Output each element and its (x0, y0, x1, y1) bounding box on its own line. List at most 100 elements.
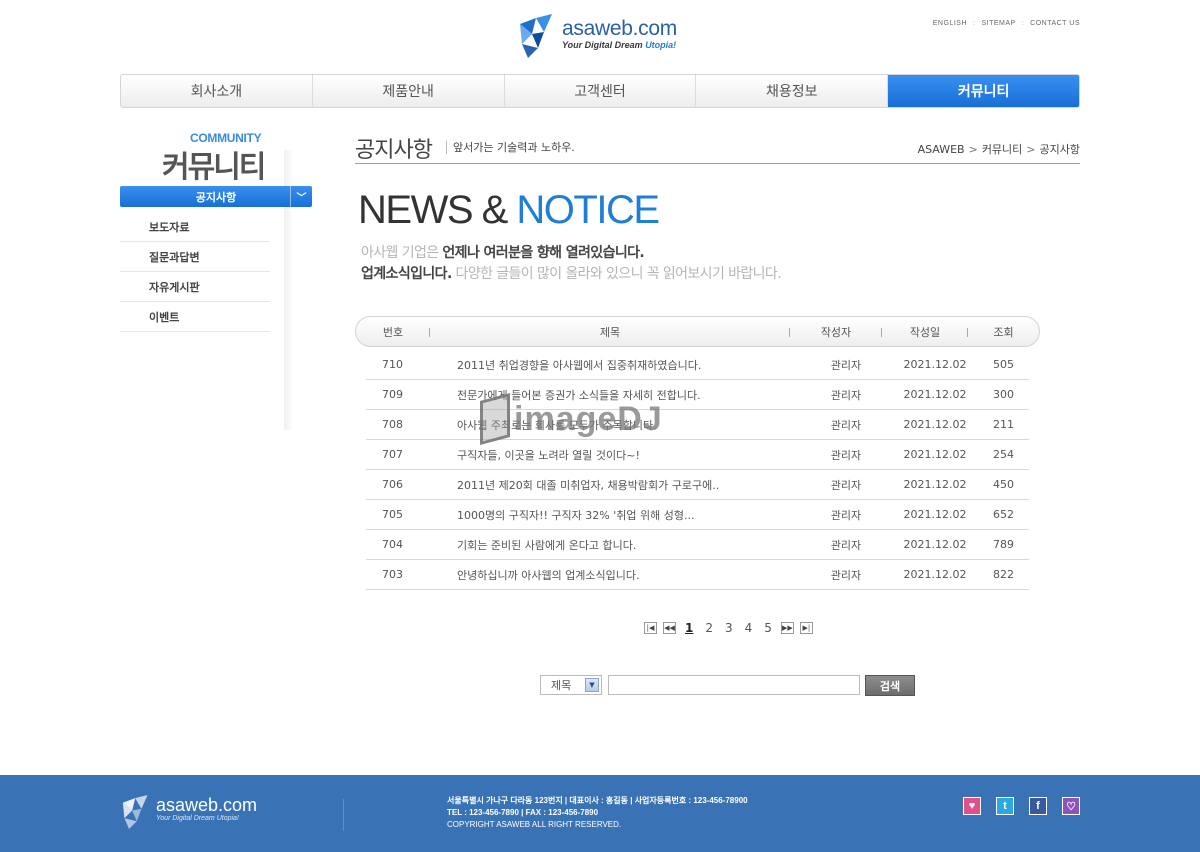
hero-line-2: 업계소식입니다. 다양한 글들이 많이 올라와 있으니 꼭 읽어보시기 바랍니다… (361, 266, 782, 282)
row-date: 2021.12.02 (903, 418, 967, 431)
row-title-link[interactable]: 2011년 제20회 대졸 미취업자, 채용박람회가 구로구에.. (419, 477, 800, 493)
watermark-text: imageDJ (514, 399, 663, 438)
divider (355, 163, 1080, 164)
page-2[interactable]: 2 (702, 621, 716, 635)
row-title-link[interactable]: 구직자들, 이곳을 노려라 열릴 것이다~! (419, 447, 800, 463)
col-header-title: 제목 (430, 317, 790, 346)
nav-products[interactable]: 제품안내 (313, 75, 505, 107)
row-views: 450 (993, 478, 1014, 491)
row-title-link[interactable]: 안녕하십니까 아사웹의 업계소식입니다. (419, 567, 800, 583)
lnb-active-label: 공지사항 (195, 190, 237, 204)
main-nav: 회사소개 제품안내 고객센터 채용정보 커뮤니티 (120, 74, 1080, 108)
facebook-icon[interactable]: f (1029, 797, 1047, 815)
nav-community[interactable]: 커뮤니티 (888, 75, 1079, 107)
logo-tld: .com (632, 17, 678, 40)
chevron-right-icon: > (1026, 142, 1036, 156)
lnb-list: 보도자료 질문과답변 자유게시판 이벤트 (120, 212, 270, 332)
search-button[interactable]: 검색 (865, 675, 915, 696)
hero-title: NEWS & NOTICE (358, 188, 660, 233)
footer-logo-slogan: Your Digital Dream Utopia! (156, 815, 239, 822)
page-next-button[interactable]: ▶▶ (780, 622, 794, 634)
row-views: 300 (993, 388, 1014, 401)
row-num: 706 (382, 478, 403, 491)
breadcrumb: ASAWEB > 커뮤니티 > 공지사항 (918, 141, 1080, 157)
search-field-select[interactable]: 제목 ▼ (540, 675, 602, 695)
lnb-item-press[interactable]: 보도자료 (120, 212, 270, 242)
row-title-link[interactable]: 1000명의 구직자!! 구직자 32% '취업 위해 성형... (419, 507, 800, 523)
table-row: 706 2011년 제20회 대졸 미취업자, 채용박람회가 구로구에.. 관리… (366, 470, 1029, 500)
row-views: 789 (993, 538, 1014, 551)
lnb-title: 커뮤니티 (162, 150, 266, 185)
row-num: 705 (382, 508, 403, 521)
row-num: 709 (382, 388, 403, 401)
lnb-item-event[interactable]: 이벤트 (120, 302, 270, 332)
search-select-value: 제목 (551, 679, 572, 692)
nav-company[interactable]: 회사소개 (121, 75, 313, 107)
nav-recruit[interactable]: 채용정보 (696, 75, 889, 107)
hero-line-1: 아사웹 기업은 언제나 여러분을 향해 열려있습니다. (361, 245, 645, 261)
lnb-active-item[interactable]: 공지사항 ﹀ (120, 186, 312, 207)
site-logo[interactable]: asaweb.com Your Digital Dream Utopia! (518, 14, 698, 60)
page-1[interactable]: 1 (682, 621, 696, 635)
row-num: 707 (382, 448, 403, 461)
row-views: 652 (993, 508, 1014, 521)
lnb-item-free-board[interactable]: 자유게시판 (120, 272, 270, 302)
footer-address: 서울특별시 가나구 다라동 123번지 | 대표이사 : 홍길동 | 사업자등록… (447, 796, 748, 805)
footer-copyright: COPYRIGHT ASAWEB ALL RIGHT RESERVED. (447, 820, 622, 829)
watermark-box-icon (480, 392, 510, 446)
row-views: 254 (993, 448, 1014, 461)
logo-slogan-a: Your Digital Dream (562, 40, 646, 50)
row-writer: 관리자 (830, 358, 862, 372)
row-title-link[interactable]: 2011년 취업경향을 아사웹에서 집중취재하였습니다. (419, 357, 800, 373)
row-num: 708 (382, 418, 403, 431)
footer-divider (343, 799, 344, 831)
page-desc: 앞서가는 기술력과 노하우. (446, 141, 575, 154)
lnb-item-qna[interactable]: 질문과답변 (120, 242, 270, 272)
twitter-icon[interactable]: t (996, 797, 1014, 815)
board-header: 번호 제목 작성자 작성일 조회 (355, 316, 1040, 347)
hero-title-b: NOTICE (516, 188, 660, 232)
row-date: 2021.12.02 (903, 508, 967, 521)
top-link-sitemap[interactable]: SITEMAP (981, 20, 1015, 27)
page-5[interactable]: 5 (761, 621, 775, 635)
page-last-button[interactable]: ▶| (799, 622, 813, 634)
footer-info: 서울특별시 가나구 다라동 123번지 | 대표이사 : 홍길동 | 사업자등록… (447, 795, 748, 831)
row-num: 704 (382, 538, 403, 551)
top-link-contact[interactable]: CONTACT US (1030, 20, 1080, 27)
table-row: 710 2011년 취업경향을 아사웹에서 집중취재하였습니다. 관리자 202… (366, 350, 1029, 380)
row-writer: 관리자 (830, 568, 862, 582)
breadcrumb-current: 공지사항 (1039, 143, 1080, 156)
col-header-writer: 작성자 (790, 317, 882, 346)
chevron-right-icon: > (968, 142, 978, 156)
row-date: 2021.12.02 (903, 358, 967, 371)
row-num: 703 (382, 568, 403, 581)
logo-name: asaweb (562, 17, 633, 40)
watermark: imageDJ (480, 392, 663, 446)
row-writer: 관리자 (830, 508, 862, 522)
row-num: 710 (382, 358, 403, 371)
row-writer: 관리자 (830, 418, 862, 432)
col-header-views: 조회 (993, 325, 1014, 339)
logo-slogan-b: Utopia! (645, 40, 677, 50)
table-row: 707 구직자들, 이곳을 노려라 열릴 것이다~! 관리자 2021.12.0… (366, 440, 1029, 470)
page-prev-button[interactable]: ◀◀ (663, 622, 676, 634)
nav-support[interactable]: 고객센터 (505, 75, 697, 107)
page-3[interactable]: 3 (722, 621, 736, 635)
table-row: 703 안녕하십니까 아사웹의 업계소식입니다. 관리자 2021.12.02 … (366, 560, 1029, 590)
row-writer: 관리자 (830, 388, 862, 402)
row-views: 822 (993, 568, 1014, 581)
search-input[interactable] (608, 675, 860, 695)
row-views: 505 (993, 358, 1014, 371)
instagram-icon[interactable]: ♥ (963, 797, 981, 815)
breadcrumb-community[interactable]: 커뮤니티 (982, 141, 1022, 157)
page-first-button[interactable]: |◀ (644, 622, 657, 634)
top-link-english[interactable]: ENGLISH (933, 20, 967, 27)
row-date: 2021.12.02 (903, 538, 967, 551)
row-date: 2021.12.02 (903, 478, 967, 491)
row-title-link[interactable]: 기회는 준비된 사람에게 온다고 합니다. (419, 537, 800, 553)
page-4[interactable]: 4 (742, 621, 756, 635)
row-writer: 관리자 (830, 478, 862, 492)
blog-icon[interactable]: ♡ (1062, 797, 1080, 815)
row-date: 2021.12.02 (903, 448, 967, 461)
breadcrumb-home[interactable]: ASAWEB (918, 143, 965, 156)
